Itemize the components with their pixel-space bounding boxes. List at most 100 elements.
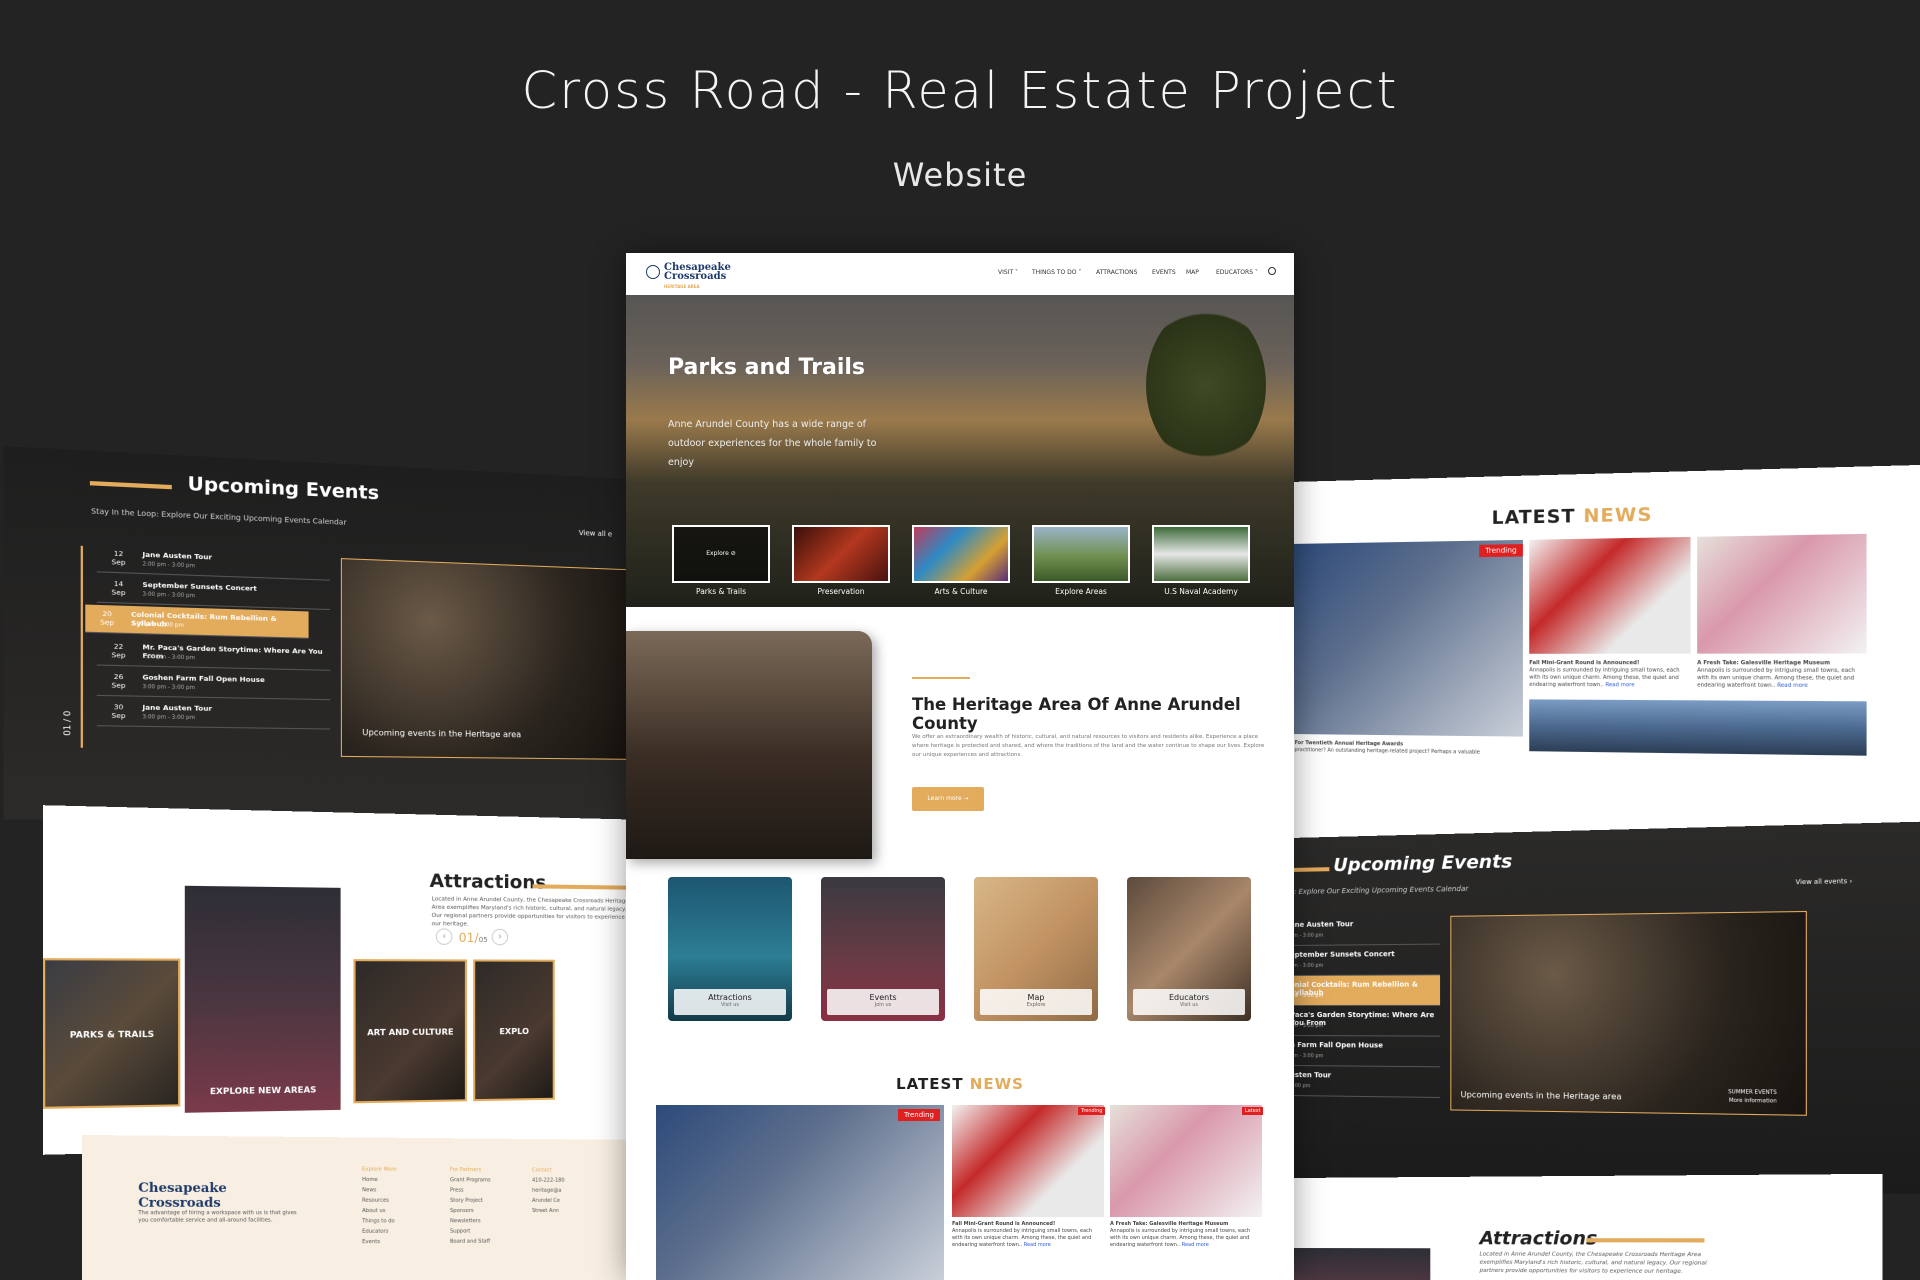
news-image[interactable] bbox=[1110, 1105, 1262, 1217]
read-more-link[interactable]: Read more bbox=[1024, 1242, 1051, 1248]
nav-item-events[interactable]: EVENTS bbox=[1152, 269, 1176, 276]
attraction-card[interactable]: PARKS & TRAILS bbox=[42, 958, 181, 1109]
learn-more-button[interactable]: Learn more → bbox=[912, 787, 984, 811]
event-name: eptember Sunsets Concert bbox=[1290, 950, 1395, 959]
feature-card-map[interactable]: Map Explore bbox=[974, 877, 1098, 1021]
event-row[interactable]: usten Tour 3:00 pm bbox=[1290, 1066, 1441, 1099]
news-image[interactable] bbox=[952, 1105, 1104, 1217]
news-image-wide[interactable] bbox=[1529, 699, 1867, 756]
attraction-card[interactable]: EXPLO bbox=[473, 959, 555, 1102]
footer-link[interactable]: Press bbox=[450, 1187, 464, 1193]
chevron-right-icon[interactable]: › bbox=[491, 928, 509, 946]
section-accent-line bbox=[532, 884, 633, 890]
feature-card-attractions[interactable]: Attractions Visit us bbox=[668, 877, 792, 1021]
button-label: Learn more bbox=[927, 795, 962, 802]
event-row-highlighted[interactable]: onial Cocktails: Rum Rebellion & Syllabu… bbox=[1290, 975, 1441, 1006]
footer-link[interactable]: Board and Staff bbox=[450, 1239, 490, 1245]
footer-description: The advantage of hiring a workspace with… bbox=[138, 1210, 297, 1224]
footer-link[interactable]: Newsletters bbox=[450, 1218, 481, 1224]
footer-link[interactable]: Home bbox=[362, 1177, 378, 1183]
event-time: pm - 3:00 pm bbox=[1290, 1023, 1324, 1030]
nav-item-educators[interactable]: EDUCATORS ˅ bbox=[1216, 269, 1258, 276]
read-more-link[interactable]: Read more bbox=[1777, 683, 1808, 690]
footer-col-contact: Contact 410-222-180 heritage@a Arundel C… bbox=[532, 1165, 565, 1216]
event-row[interactable]: ane Austen Tour pm - 3:00 pm bbox=[1290, 913, 1441, 946]
more-info-link[interactable]: More information bbox=[1729, 1098, 1777, 1105]
event-row-highlighted[interactable]: 20 Sep Colonial Cocktails: Rum Rebellion … bbox=[85, 604, 309, 639]
news-image-main[interactable] bbox=[656, 1105, 944, 1280]
footer-link[interactable]: Grant Programs bbox=[450, 1177, 491, 1183]
event-row[interactable]: 22 Sep Mr. Paca's Garden Storytime: Where… bbox=[96, 637, 331, 671]
events-title: Upcoming Events bbox=[1333, 850, 1513, 877]
event-row[interactable]: Paca's Garden Storytime: Where Are You F… bbox=[1290, 1005, 1441, 1037]
left-events-panel: Upcoming Events Stay In the Loop: Explor… bbox=[3, 446, 649, 820]
event-month: Sep bbox=[111, 588, 126, 598]
footer-link[interactable]: Support bbox=[450, 1228, 470, 1234]
read-more-link[interactable]: Read more bbox=[1605, 682, 1634, 688]
footer-link[interactable]: Story Project bbox=[450, 1198, 483, 1204]
news-title-a: LATEST bbox=[896, 1075, 964, 1093]
events-feature-image[interactable] bbox=[1450, 910, 1807, 1116]
footer-logo[interactable]: Chesapeake Crossroads bbox=[138, 1180, 227, 1210]
footer-contact: Street Ann bbox=[532, 1207, 559, 1215]
event-row[interactable]: 26 Sep Goshen Farm Fall Open House 3:00 p… bbox=[96, 667, 331, 701]
news-image-main[interactable] bbox=[1290, 539, 1523, 737]
hero-thumb[interactable] bbox=[1032, 525, 1130, 583]
site-logo[interactable]: Chesapeake Crossroads HERITAGE AREA bbox=[664, 263, 731, 291]
footer-link[interactable]: Educators bbox=[362, 1229, 388, 1235]
nav-item-attractions[interactable]: ATTRACTIONS bbox=[1096, 269, 1137, 276]
news-item[interactable]: Fall Mini-Grant Round is Announced! Annap… bbox=[1529, 660, 1690, 690]
nav-item-visit[interactable]: VISIT ˅ bbox=[998, 269, 1018, 276]
search-icon[interactable] bbox=[1268, 267, 1276, 275]
hero-thumb[interactable] bbox=[1152, 525, 1250, 583]
news-title: LATEST NEWS bbox=[1492, 504, 1653, 529]
hero-thumb[interactable] bbox=[792, 525, 890, 583]
card-title: Events bbox=[869, 993, 897, 1002]
feature-card-educators[interactable]: Educators Visit us bbox=[1127, 877, 1251, 1021]
event-row[interactable]: n Farm Fall Open House pm - 3:00 pm bbox=[1290, 1036, 1441, 1068]
event-month: Sep bbox=[100, 618, 115, 628]
footer-link[interactable]: Sponsors bbox=[450, 1208, 474, 1214]
feature-card-events[interactable]: Events Join us bbox=[821, 877, 945, 1021]
hero-thumb[interactable] bbox=[912, 525, 1010, 583]
event-day: 20 bbox=[102, 609, 112, 619]
footer-link[interactable]: Things to do bbox=[362, 1218, 395, 1224]
footer-link[interactable]: News bbox=[362, 1187, 376, 1193]
nav-item-things-to-do[interactable]: THINGS TO DO ˅ bbox=[1032, 269, 1081, 276]
card-label: Attractions Visit us bbox=[674, 989, 786, 1015]
footer-link[interactable]: Resources bbox=[362, 1198, 389, 1204]
news-item[interactable]: A Fresh Take: Galesville Heritage Museum… bbox=[1110, 1221, 1262, 1249]
event-time: 2:00 pm - 3:00 pm bbox=[142, 561, 196, 570]
read-more-link[interactable]: Read more bbox=[1182, 1242, 1209, 1248]
news-section-title: LATEST NEWS bbox=[626, 1075, 1294, 1093]
event-name: ane Austen Tour bbox=[1290, 920, 1354, 929]
chevron-left-icon[interactable]: ‹ bbox=[435, 928, 453, 945]
news-image[interactable] bbox=[1697, 533, 1867, 654]
footer-link[interactable]: Events bbox=[362, 1239, 380, 1245]
footer-contact[interactable]: 410-222-180 bbox=[532, 1178, 565, 1184]
news-image[interactable] bbox=[1529, 536, 1691, 654]
news-item[interactable]: s For Twentieth Annual Heritage Awards e … bbox=[1290, 740, 1523, 757]
footer-link[interactable]: About us bbox=[362, 1208, 385, 1214]
timeline-line bbox=[80, 545, 83, 748]
view-all-link[interactable]: View all e bbox=[579, 529, 612, 539]
card-title: Educators bbox=[1169, 993, 1209, 1002]
view-all-link[interactable]: View all events › bbox=[1796, 878, 1853, 887]
event-row[interactable]: 14 Sep September Sunsets Concert 3:00 pm … bbox=[96, 574, 331, 611]
trending-badge: Trending bbox=[898, 1109, 940, 1121]
footer-contact[interactable]: heritage@a bbox=[532, 1188, 561, 1194]
attraction-image[interactable] bbox=[1290, 1248, 1431, 1280]
news-item[interactable]: A Fresh Take: Galesville Heritage Museum… bbox=[1697, 660, 1866, 690]
news-item-title: Fall Mini-Grant Round is Announced! bbox=[1529, 660, 1640, 667]
nav-item-map[interactable]: MAP bbox=[1186, 269, 1199, 276]
event-row[interactable]: eptember Sunsets Concert pm - 3:00 pm bbox=[1290, 944, 1441, 976]
hero-thumb-active[interactable]: Explore ⊘ bbox=[672, 525, 770, 583]
event-row[interactable]: 30 Sep Jane Austen Tour 3:00 pm - 3:00 pm bbox=[96, 698, 331, 730]
logo-text: Chesapeake bbox=[138, 1180, 227, 1196]
hero-thumb-label: Explore Areas bbox=[1055, 587, 1107, 596]
news-item[interactable]: Fall Mini-Grant Round is Announced! Annap… bbox=[952, 1221, 1104, 1249]
events-title: Upcoming Events bbox=[187, 472, 380, 505]
attraction-card-active[interactable]: EXPLORE NEW AREAS bbox=[184, 885, 341, 1113]
tree-shape bbox=[1146, 305, 1266, 465]
attraction-card[interactable]: ART AND CULTURE bbox=[353, 959, 467, 1104]
